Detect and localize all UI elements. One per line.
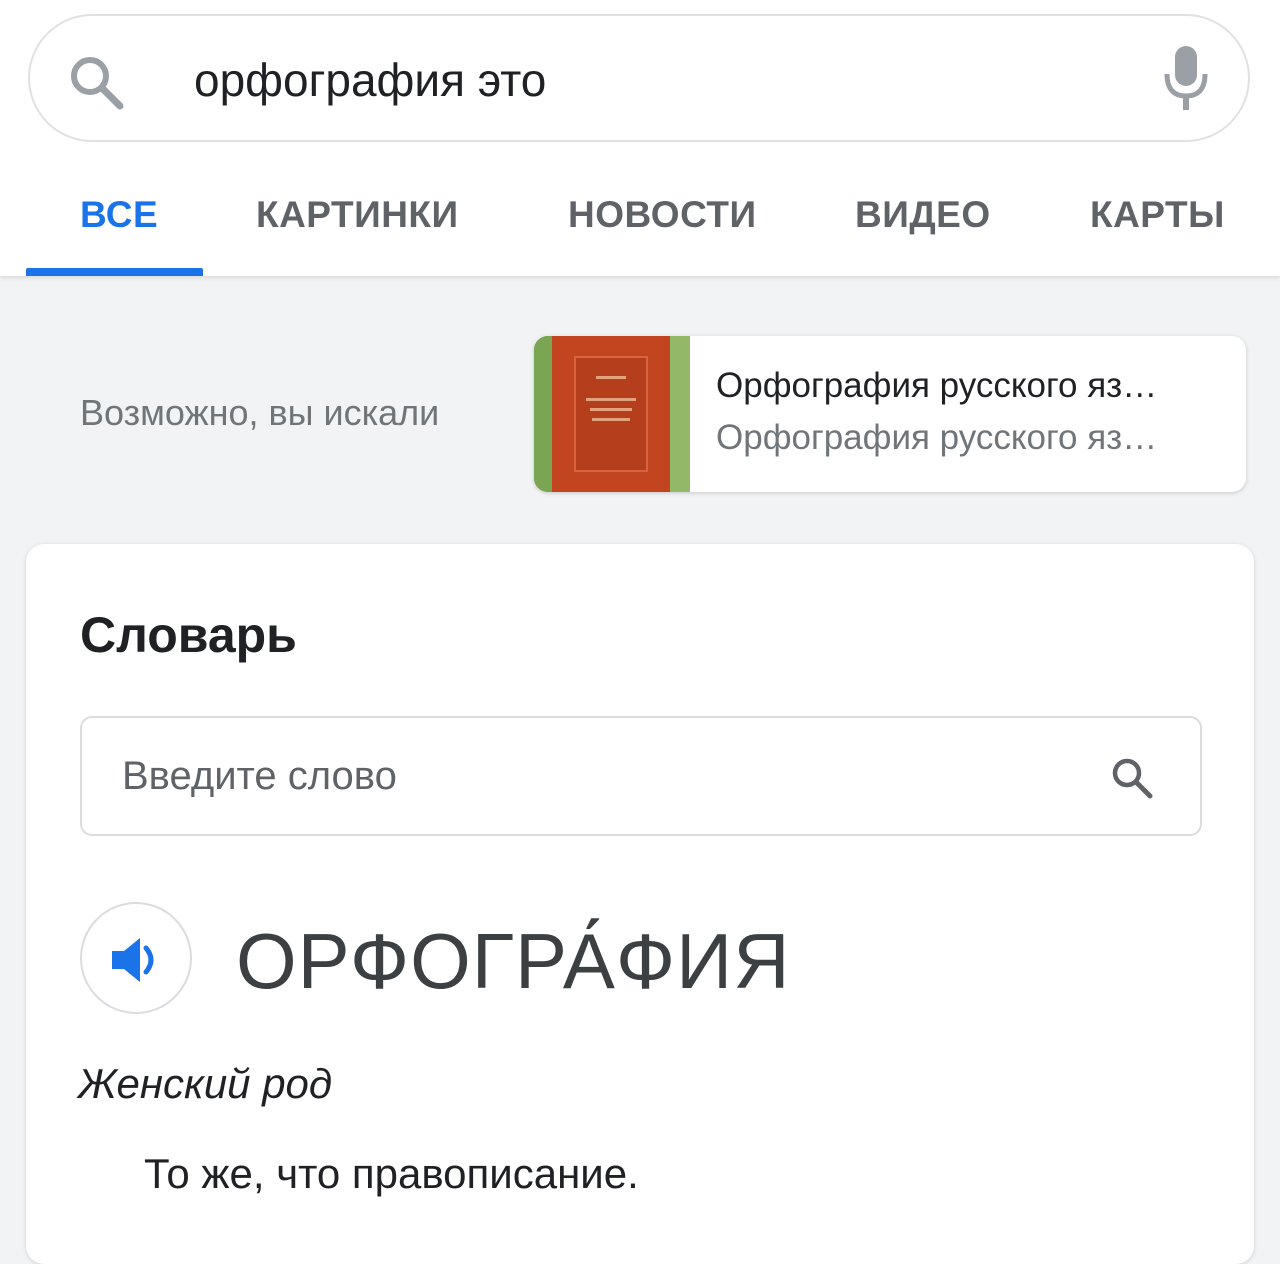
search-query[interactable]: орфография это <box>194 54 546 106</box>
tab-video[interactable]: ВИДЕО <box>855 194 991 236</box>
tab-all[interactable]: ВСЕ <box>80 194 158 236</box>
tab-maps[interactable]: КАРТЫ <box>1090 194 1225 236</box>
dictionary-search-box[interactable] <box>80 716 1202 836</box>
book-cover-image <box>552 336 670 492</box>
tab-images[interactable]: КАРТИНКИ <box>256 194 459 236</box>
search-icon[interactable] <box>1110 756 1154 800</box>
definition-text: То же, что правописание. <box>144 1150 639 1197</box>
speaker-icon <box>112 938 154 982</box>
tab-news[interactable]: НОВОСТИ <box>568 194 757 236</box>
search-tabs: ВСЕ КАРТИНКИ НОВОСТИ ВИДЕО КАРТЫ <box>0 176 1280 276</box>
suggestion-title[interactable]: Орфография русского яз… <box>716 366 1157 406</box>
dictionary-word-input[interactable] <box>122 748 1062 804</box>
active-tab-indicator <box>26 268 203 276</box>
search-header: орфография это ВСЕ КАРТИНКИ НОВОСТИ ВИДЕ… <box>0 0 1280 276</box>
suggestion-label: Возможно, вы искали <box>80 392 440 433</box>
dictionary-card: Словарь ОРФОГРА́ФИЯ Женский род То же, ч… <box>26 544 1254 1264</box>
dictionary-heading: Словарь <box>80 607 297 663</box>
pronunciation-button[interactable] <box>80 902 192 1014</box>
suggestion-card[interactable]: Орфография русского яз… Орфография русск… <box>534 336 1246 492</box>
search-icon[interactable] <box>66 52 126 112</box>
suggestion-thumbnail <box>534 336 690 492</box>
microphone-icon[interactable] <box>1162 44 1210 114</box>
dictionary-word: ОРФОГРА́ФИЯ <box>236 917 791 1005</box>
search-bar[interactable]: орфография это <box>28 14 1250 142</box>
suggestion-subtitle: Орфография русского яз… <box>716 418 1158 457</box>
part-of-speech: Женский род <box>78 1060 333 1107</box>
